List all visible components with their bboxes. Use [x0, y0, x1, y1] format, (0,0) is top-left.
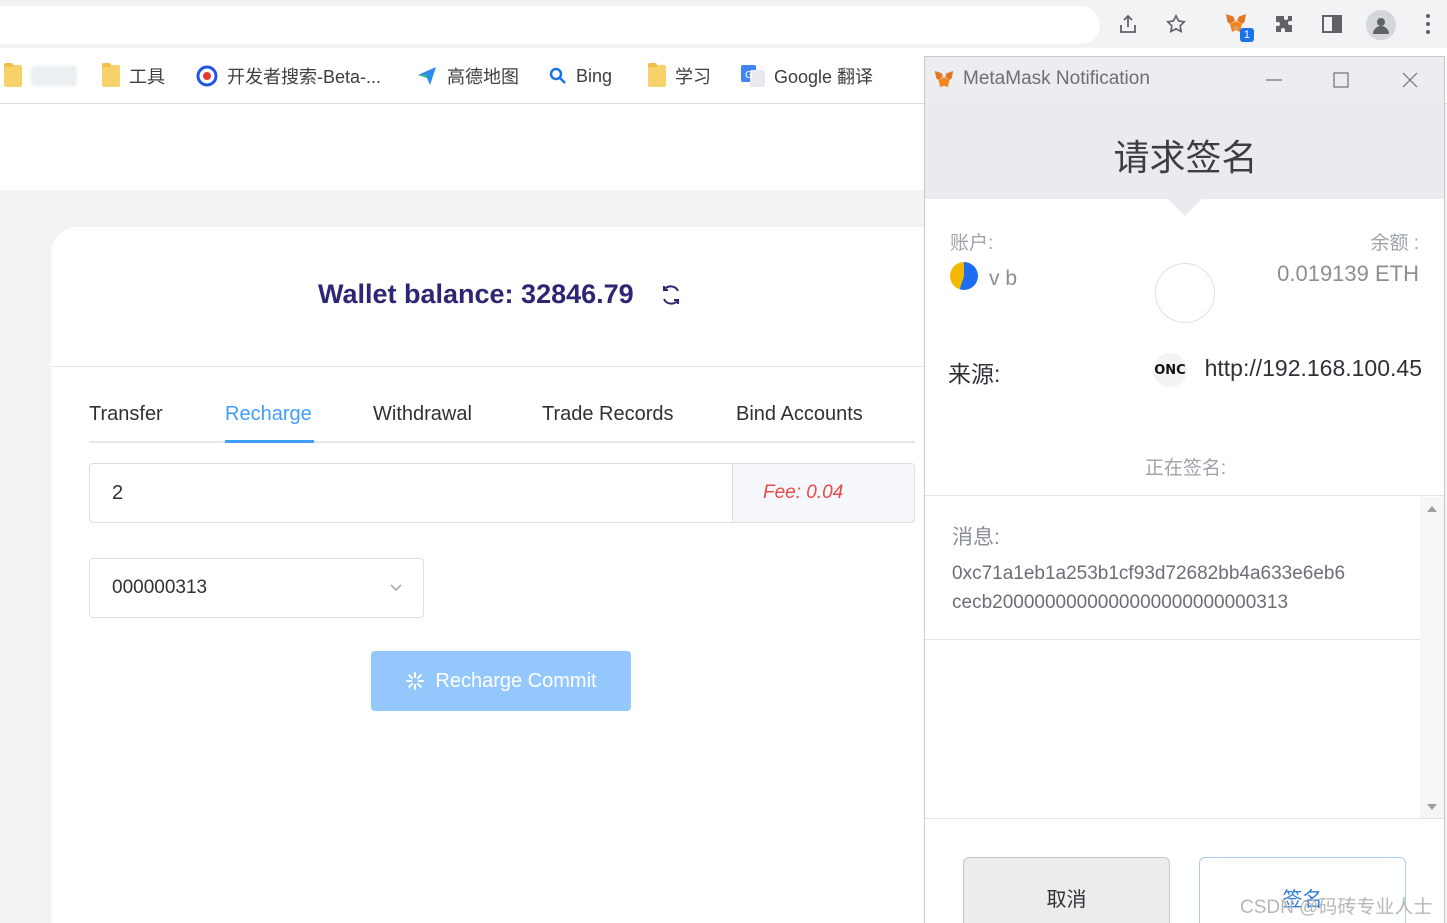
metamask-window: MetaMask Notification 请求签名 账户: 余额 : v b … — [924, 56, 1445, 923]
balance-section: Wallet balance: 32846.79 — [51, 227, 931, 367]
origin-url: http://192.168.100.45 — [1204, 355, 1422, 381]
balance-label: 余额 : — [1370, 233, 1419, 254]
refresh-icon[interactable] — [659, 283, 683, 307]
bookmark-dev-search[interactable]: 开发者搜索-Beta-... — [196, 64, 381, 88]
amount-input[interactable]: 2 — [90, 464, 732, 522]
fee-label: Fee: 0.04 — [732, 464, 914, 522]
bookmark-label: 学习 — [675, 67, 711, 87]
message-box: 消息: 0xc71a1eb1a253b1cf93d72682bb4a633e6e… — [925, 497, 1420, 640]
svg-text:G: G — [745, 70, 753, 81]
loading-spinner-icon — [406, 672, 425, 690]
profile-avatar-icon[interactable] — [1366, 10, 1396, 40]
watermark: CSDN @码砖专业人士 — [1240, 897, 1433, 918]
close-icon[interactable] — [1397, 67, 1423, 93]
cancel-button[interactable]: 取消 — [963, 857, 1170, 923]
share-icon[interactable] — [1116, 12, 1140, 36]
origin-label: 来源: — [948, 361, 1001, 387]
bookmark-label: Google 翻译 — [774, 67, 874, 87]
folder-icon — [4, 63, 22, 87]
redacted-label — [31, 66, 77, 86]
recharge-commit-label: Recharge Commit — [435, 669, 597, 692]
signing-label: 正在签名: — [1144, 458, 1227, 479]
side-panel-icon[interactable] — [1320, 12, 1344, 36]
menu-kebab-icon[interactable] — [1416, 12, 1440, 36]
account-select[interactable]: 000000313 — [89, 558, 424, 618]
recharge-commit-button[interactable]: Recharge Commit — [371, 651, 631, 711]
browser-toolbar: 1 — [0, 0, 1447, 48]
account-select-value: 000000313 — [112, 577, 208, 598]
page-header — [0, 104, 925, 190]
account-label: 账户: — [950, 233, 994, 254]
wallet-balance: Wallet balance: 32846.79 — [318, 279, 634, 309]
signature-request-header: 请求签名 — [925, 103, 1444, 199]
account-identicon — [950, 262, 978, 290]
search-icon — [549, 67, 566, 84]
window-titlebar[interactable]: MetaMask Notification — [925, 57, 1444, 103]
extension-badge: 1 — [1239, 28, 1254, 42]
folder-icon — [648, 63, 666, 87]
metamask-fox-icon — [934, 70, 954, 88]
bookmark-folder-study[interactable]: 学习 — [648, 63, 711, 88]
bookmark-label: 高德地图 — [447, 67, 519, 87]
maximize-icon[interactable] — [1328, 67, 1354, 93]
tab-transfer[interactable]: Transfer — [89, 403, 163, 443]
star-icon[interactable] — [1164, 12, 1188, 36]
bookmark-folder-hidden[interactable] — [4, 63, 77, 88]
tab-withdrawal[interactable]: Withdrawal — [373, 403, 472, 443]
bookmark-google-translate[interactable]: G Google 翻译 — [741, 64, 873, 88]
balance-value: 0.019139 ETH — [1277, 261, 1419, 286]
google-translate-icon: G — [741, 65, 765, 87]
chevron-down-icon — [390, 584, 402, 592]
account-name: v b — [989, 267, 1018, 290]
origin-badge-icon: ONC — [1153, 353, 1187, 387]
message-label: 消息: — [952, 526, 1000, 549]
message-line-1: 0xc71a1eb1a253b1cf93d72682bb4a633e6eb6 — [952, 563, 1346, 584]
extensions-puzzle-icon[interactable] — [1272, 12, 1296, 36]
window-title: MetaMask Notification — [963, 68, 1150, 89]
scroll-down-icon[interactable] — [1426, 803, 1438, 811]
amap-icon — [418, 67, 436, 85]
bookmark-amap[interactable]: 高德地图 — [416, 64, 519, 88]
divider — [925, 495, 1444, 496]
amount-field[interactable]: 2 Fee: 0.04 — [89, 463, 915, 523]
scroll-up-icon[interactable] — [1426, 505, 1438, 513]
address-bar[interactable] — [0, 6, 1100, 44]
account-avatar-ring — [1155, 263, 1215, 323]
bookmark-bing[interactable]: Bing — [549, 64, 612, 88]
signature-request-title: 请求签名 — [1113, 137, 1258, 178]
bookmark-label: 开发者搜索-Beta-... — [227, 67, 382, 87]
tab-recharge[interactable]: Recharge — [225, 403, 312, 443]
active-tab-indicator — [225, 440, 314, 443]
folder-icon — [102, 63, 120, 87]
wallet-card: Wallet balance: 32846.79 Transfer Rechar… — [51, 227, 931, 923]
wallet-tabs: Transfer Recharge Withdrawal Trade Recor… — [89, 399, 915, 443]
bookmark-label: 工具 — [129, 67, 165, 87]
tab-bind-accounts[interactable]: Bind Accounts — [736, 403, 863, 443]
message-scrollbar[interactable] — [1420, 497, 1444, 819]
tab-trade-records[interactable]: Trade Records — [542, 403, 674, 443]
header-notch — [1168, 199, 1202, 216]
metamask-extension-icon[interactable]: 1 — [1224, 12, 1254, 42]
minimize-icon[interactable] — [1261, 67, 1287, 93]
divider — [925, 818, 1444, 819]
message-line-2: cecb2000000000000000000000000313 — [952, 592, 1289, 613]
dev-search-icon — [196, 65, 218, 87]
bookmark-label: Bing — [576, 65, 613, 86]
bookmark-folder-tools[interactable]: 工具 — [102, 63, 165, 88]
